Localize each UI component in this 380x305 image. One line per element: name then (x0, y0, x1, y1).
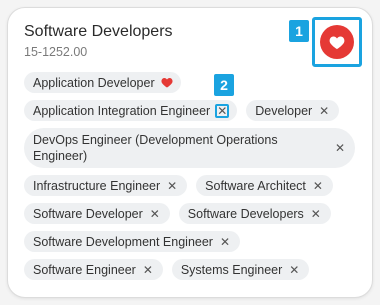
chip-label: Application Developer (33, 75, 155, 90)
chip-label: Software Development Engineer (33, 234, 213, 249)
close-icon[interactable]: ✕ (141, 263, 155, 277)
chip-label: Software Architect (205, 178, 306, 193)
annotation-badge-1: 1 (289, 20, 309, 42)
chip-software-development-engineer[interactable]: Software Development Engineer ✕ (24, 231, 240, 252)
chip-infrastructure-engineer[interactable]: Infrastructure Engineer ✕ (24, 175, 188, 196)
chip-label: Developer (255, 103, 313, 118)
close-icon[interactable]: ✕ (215, 103, 230, 118)
chip-label: DevOps Engineer (Development Operations … (33, 133, 278, 163)
chip-application-integration-engineer[interactable]: Application Integration Engineer ✕ (24, 100, 238, 121)
annotation-badge-2: 2 (214, 74, 234, 96)
occupation-code: 15-1252.00 (24, 45, 88, 59)
chip-developer[interactable]: Developer ✕ (246, 100, 340, 121)
chip-software-developers[interactable]: Software Developers ✕ (178, 203, 331, 224)
close-icon[interactable]: ✕ (311, 179, 325, 193)
favorite-highlight (312, 17, 362, 67)
close-icon[interactable]: ✕ (287, 263, 301, 277)
chip-label: Systems Engineer (180, 262, 283, 277)
chip-software-architect[interactable]: Software Architect ✕ (196, 175, 333, 196)
chip-label: Software Engineer (33, 262, 136, 277)
close-icon[interactable]: ✕ (317, 104, 331, 118)
chip-software-engineer[interactable]: Software Engineer ✕ (24, 259, 163, 280)
alternate-titles: Application Developer Application Integr… (24, 72, 364, 287)
chip-software-developer[interactable]: Software Developer ✕ (24, 203, 170, 224)
heart-icon[interactable] (161, 77, 173, 88)
chip-label: Application Integration Engineer (33, 103, 211, 118)
chip-systems-engineer[interactable]: Systems Engineer ✕ (171, 259, 310, 280)
heart-icon (329, 36, 345, 49)
chip-label: Software Developer (33, 206, 143, 221)
chip-application-developer[interactable]: Application Developer (24, 72, 181, 93)
occupation-card: Software Developers 15-1252.00 Applicati… (7, 7, 373, 298)
close-icon[interactable]: ✕ (148, 207, 162, 221)
close-icon[interactable]: ✕ (333, 141, 347, 155)
chip-devops-engineer[interactable]: DevOps Engineer (Development Operations … (24, 128, 355, 168)
chip-label: Infrastructure Engineer (33, 178, 161, 193)
close-icon[interactable]: ✕ (218, 235, 232, 249)
card-title: Software Developers (24, 23, 173, 40)
favorite-button[interactable] (320, 25, 354, 59)
chip-label: Software Developers (187, 206, 304, 221)
close-icon[interactable]: ✕ (309, 207, 323, 221)
close-icon[interactable]: ✕ (165, 179, 179, 193)
